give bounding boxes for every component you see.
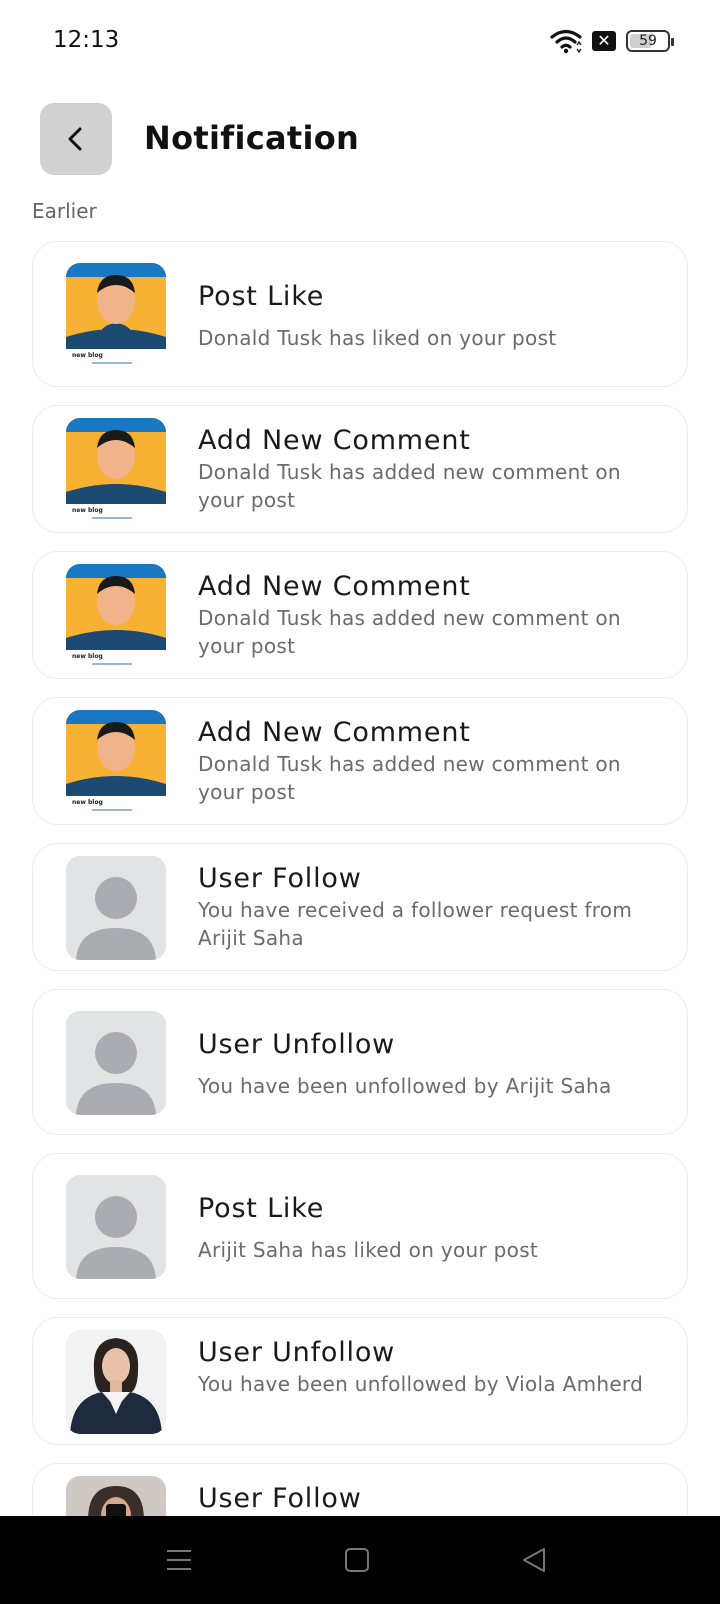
blog-post-thumbnail: new blog [66, 418, 166, 522]
back-triangle-icon [523, 1548, 545, 1572]
notification-title: Add New Comment [198, 571, 471, 602]
notification-card[interactable]: new blog Add New Comment Donald Tusk has… [32, 697, 688, 825]
battery-level: 59 [639, 33, 657, 49]
notification-card[interactable]: User Unfollow You have been unfollowed b… [32, 1317, 688, 1445]
thumb-caption: new blog [72, 507, 103, 514]
notification-title: Post Like [198, 281, 325, 312]
notification-message: You have received a follower request fro… [198, 898, 633, 950]
notification-message: You have been unfollowed by Arijit Saha [198, 1074, 612, 1098]
blog-post-thumbnail: new blog [66, 263, 166, 367]
photo-avatar [66, 1330, 166, 1434]
thumb-caption: new blog [72, 653, 103, 660]
status-icons: ✕ 59 [550, 28, 674, 54]
section-label-earlier: Earlier [32, 199, 97, 223]
nav-back-button[interactable] [514, 1540, 554, 1580]
thumb-caption: new blog [72, 799, 103, 806]
nav-menu-button[interactable] [159, 1540, 199, 1580]
thumb-caption: new blog [72, 352, 103, 359]
notification-message: Donald Tusk has added new comment on you… [198, 606, 621, 658]
notification-card[interactable]: new blog Add New Comment Donald Tusk has… [32, 405, 688, 533]
notification-title: Add New Comment [198, 425, 471, 456]
default-avatar [66, 856, 166, 960]
blog-post-thumbnail: new blog [66, 710, 166, 814]
notification-message: Donald Tusk has added new comment on you… [198, 460, 621, 512]
notification-card[interactable]: User Follow You have received a follower… [32, 843, 688, 971]
default-avatar [66, 1011, 166, 1115]
wifi-icon [550, 29, 582, 54]
page-title: Notification [144, 119, 360, 157]
notification-title: Add New Comment [198, 717, 471, 748]
battery-icon: 59 [626, 30, 674, 52]
close-box-icon: ✕ [592, 31, 616, 51]
home-square-icon [345, 1548, 369, 1572]
notification-title: User Unfollow [198, 1029, 396, 1060]
default-avatar [66, 1175, 166, 1279]
nav-home-button[interactable] [337, 1540, 377, 1580]
notification-title: User Unfollow [198, 1337, 396, 1368]
notification-card[interactable]: Post Like Arijit Saha has liked on your … [32, 1153, 688, 1299]
blog-post-thumbnail: new blog [66, 564, 166, 668]
system-nav-bar [0, 1516, 720, 1604]
notification-title: User Follow [198, 863, 362, 894]
status-bar: 12:13 ✕ 59 [0, 0, 720, 84]
header: Notification [0, 100, 720, 176]
status-time: 12:13 [53, 27, 120, 53]
notification-message: Donald Tusk has added new comment on you… [198, 752, 621, 804]
notification-message: Arijit Saha has liked on your post [198, 1238, 539, 1262]
notification-title: User Follow [198, 1483, 362, 1514]
chevron-left-icon [68, 127, 82, 151]
notification-card[interactable]: new blog Add New Comment Donald Tusk has… [32, 551, 688, 679]
notification-card[interactable]: User Unfollow You have been unfollowed b… [32, 989, 688, 1135]
back-button[interactable] [40, 103, 112, 175]
notification-message: Donald Tusk has liked on your post [198, 326, 557, 350]
notification-message: You have been unfollowed by Viola Amherd [198, 1372, 644, 1396]
notification-card[interactable]: new blog Post Like Donald Tusk has liked… [32, 241, 688, 387]
notification-title: Post Like [198, 1193, 325, 1224]
menu-icon [167, 1550, 191, 1570]
